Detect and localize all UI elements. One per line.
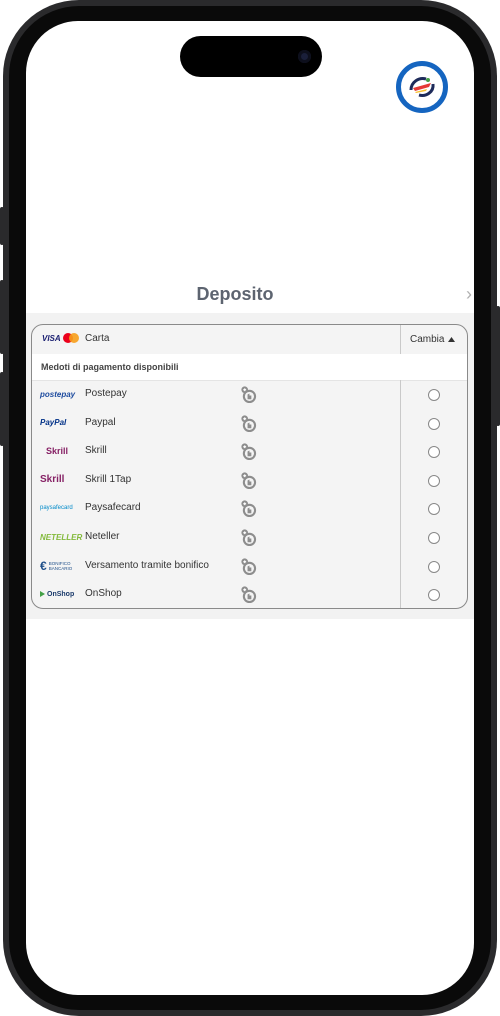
skrill-logo: Skrill: [40, 442, 80, 460]
info-hand-icon[interactable]: [239, 442, 258, 461]
payment-method-radio[interactable]: [428, 417, 440, 430]
mastercard-icon: [62, 333, 79, 343]
change-method-button[interactable]: Cambia: [410, 334, 456, 345]
payment-method-logo-text: Skrill: [46, 446, 69, 457]
action-button: [0, 207, 4, 245]
payment-method-label: Skrill: [85, 445, 107, 457]
divider: [400, 325, 401, 354]
payment-method-label: Paypal: [85, 416, 116, 428]
payment-method-logo-text: postepay: [40, 389, 76, 399]
payment-method-radio[interactable]: [428, 474, 440, 487]
payment-method-label: Neteller: [85, 531, 120, 542]
volume-up-button: [0, 280, 4, 354]
change-method-label: Cambia: [410, 334, 445, 345]
paysafecard-logo: paysafecard: [40, 499, 80, 517]
payment-method-label: Versamento tramite bonifico: [85, 559, 209, 571]
info-hand-icon[interactable]: [239, 528, 258, 547]
selected-method-row[interactable]: VISA Carta Cambia: [32, 325, 467, 355]
postepay-logo: postepay: [40, 385, 80, 403]
payment-method-logo-text: OnShop: [47, 590, 75, 598]
info-hand-icon[interactable]: [239, 557, 258, 576]
payment-method-logo-text: PayPal: [40, 418, 67, 428]
payment-method-row[interactable]: PayPal Paypal: [32, 409, 467, 438]
payment-method-radio[interactable]: [428, 589, 440, 602]
app-logo-icon: [409, 77, 435, 97]
info-hand-icon[interactable]: [239, 471, 258, 490]
payment-method-label: Paysafecard: [85, 502, 141, 514]
payment-method-row[interactable]: Skrill Skrill: [32, 437, 467, 466]
page-title: Deposito: [196, 284, 274, 304]
payment-method-row[interactable]: postepay Postepay: [32, 380, 467, 409]
info-hand-icon[interactable]: [239, 499, 258, 518]
payment-method-row[interactable]: NETELLER Neteller: [32, 523, 467, 552]
caret-up-icon: [448, 337, 456, 342]
payment-method-radio[interactable]: [428, 560, 440, 573]
dynamic-island: [180, 36, 322, 77]
section-header: Medoti di pagamento disponibili: [32, 354, 467, 381]
play-icon: [40, 591, 45, 598]
payment-method-row[interactable]: € BONIFICO BANCARIO Versamento tramite bo…: [32, 552, 467, 581]
section-title: Medoti di pagamento disponibili: [41, 362, 179, 372]
payment-method-label: OnShop: [85, 588, 122, 600]
payment-method-radio[interactable]: [428, 503, 440, 516]
chevron-right-icon[interactable]: ›: [466, 284, 472, 305]
card-logos: VISA: [42, 333, 79, 343]
payment-method-logo-text: BONIFICO BANCARIO: [48, 560, 73, 571]
onshop-logo: OnShop: [40, 585, 80, 603]
visa-icon: VISA: [42, 333, 61, 343]
payment-method-logo-text: paysafecard: [40, 505, 73, 512]
paypal-logo: PayPal: [40, 414, 80, 432]
payment-method-radio[interactable]: [428, 446, 440, 459]
payment-method-label: Skrill 1Tap: [85, 473, 132, 485]
payment-method-radio[interactable]: [428, 389, 440, 401]
selected-method-label: Carta: [85, 333, 110, 344]
payment-method-logo-text: NETELLER: [40, 532, 83, 542]
payment-method-radio[interactable]: [428, 532, 440, 544]
volume-down-button: [0, 372, 4, 446]
payment-method-row[interactable]: OnShop OnShop: [32, 580, 467, 608]
camera-icon: [298, 50, 311, 63]
euro-icon: €: [40, 558, 47, 573]
info-hand-icon[interactable]: [239, 585, 258, 604]
payment-method-logo-text: Skrill: [40, 474, 65, 486]
payment-method-row[interactable]: paysafecard Paysafecard: [32, 494, 467, 523]
bank-transfer-logo: € BONIFICO BANCARIO: [40, 557, 80, 575]
power-button: [496, 306, 500, 426]
screen: Deposito › VISA Carta Cambia Medoti di p…: [26, 21, 474, 995]
payment-method-label: Postepay: [85, 388, 127, 399]
payment-method-row[interactable]: Skrill Skrill 1Tap: [32, 466, 467, 495]
skrill-1tap-logo: Skrill: [40, 471, 80, 489]
app-logo[interactable]: [396, 61, 448, 113]
info-hand-icon[interactable]: [239, 385, 258, 404]
payment-methods-dropdown: VISA Carta Cambia Medoti di pagamento di…: [31, 324, 468, 609]
info-hand-icon[interactable]: [239, 414, 258, 433]
neteller-logo: NETELLER: [40, 528, 83, 546]
